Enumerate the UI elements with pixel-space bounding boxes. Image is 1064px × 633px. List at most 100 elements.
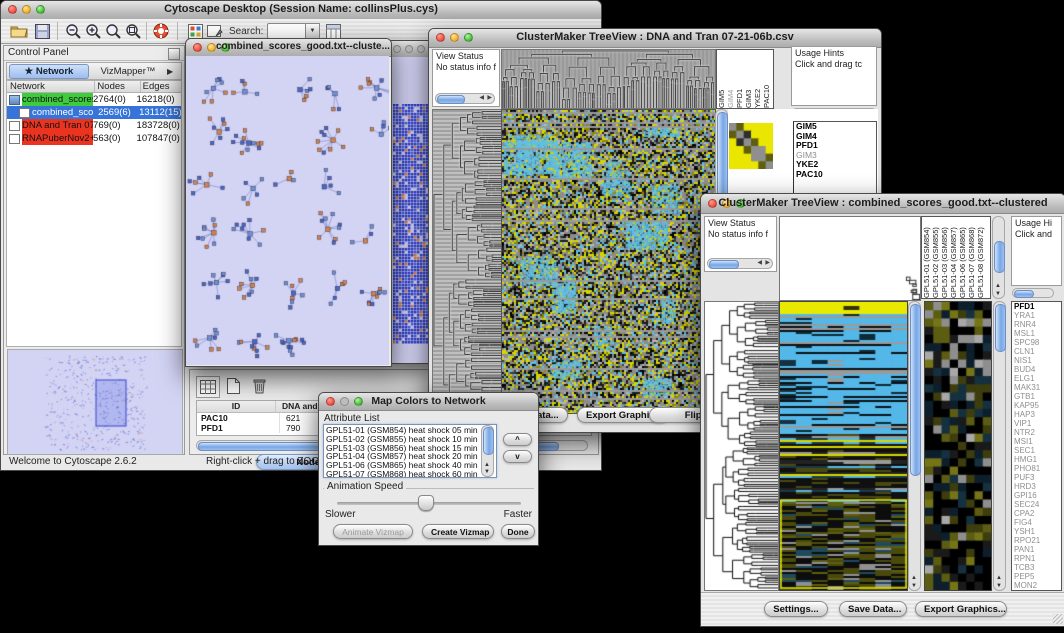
help-lifering-icon[interactable] [151,22,171,40]
tv2-column-dendrogram[interactable] [779,216,921,301]
attribute-list-scrollbar[interactable]: ▲▼ [481,425,494,477]
tv2-gene-label[interactable]: PFD1 [1012,302,1061,311]
tv2-gene-label[interactable]: MAK31 [1012,383,1061,392]
tv1-column-label[interactable]: GIM3 [744,50,753,108]
network-window-titlebar[interactable]: combined_scores_good.txt--cluste... [186,39,391,57]
tv1-row-dendrogram[interactable] [432,109,502,414]
tv2-gene-label[interactable]: NTR2 [1012,428,1061,437]
tv2-detail-vscrollbar[interactable]: ▲▼ [993,301,1006,591]
tv2-gene-label[interactable]: SEC1 [1012,446,1061,455]
float-panel-icon[interactable] [168,48,180,60]
tv2-gene-label[interactable]: PAN1 [1012,545,1061,554]
tv2-gene-label[interactable]: PHO81 [1012,464,1061,473]
network-table-row[interactable]: DNA and Tran 07769(0)183728(0) [7,119,181,132]
col-header-edges[interactable]: Edges [141,81,181,92]
open-file-icon[interactable] [9,22,29,40]
col-header-nodes[interactable]: Nodes [95,81,140,92]
tv2-gene-label[interactable]: PEP5 [1012,572,1061,581]
move-up-button[interactable]: ^ [503,433,532,446]
tv2-gene-label[interactable]: CPA2 [1012,509,1061,518]
tv2-gene-label[interactable]: SEC24 [1012,500,1061,509]
tv2-gene-label[interactable]: MSL1 [1012,329,1061,338]
network-table-row[interactable]: combined_scores2764(0)16218(0) [7,93,181,106]
tv2-gene-label[interactable]: NIS1 [1012,356,1061,365]
tv1-column-labels[interactable]: GIM5GIM4PFD1GIM3YKE2PAC10 [716,49,774,109]
tv2-gene-label[interactable]: CLN1 [1012,347,1061,356]
done-button[interactable]: Done [501,524,535,539]
network-table-row[interactable]: combined_sco2569(6)13112(15) [7,106,181,119]
tv2-column-label[interactable]: GPL51-01 (GSM854) [922,217,931,298]
tv2-gene-label[interactable]: YRA1 [1012,311,1061,320]
tv2-column-labels[interactable]: GPL51-01 (GSM854)GPL51-02 (GSM855)GPL51-… [921,216,991,299]
speed-slider-thumb[interactable] [418,495,434,511]
tv2-heatmap-vscrollbar[interactable]: ▲▼ [908,301,921,591]
tv2-gene-label[interactable]: RPN1 [1012,554,1061,563]
tv2-gene-label[interactable]: RNR4 [1012,320,1061,329]
tv2-gene-label[interactable]: HMG1 [1012,455,1061,464]
tv2-collabels-scrollbar[interactable]: ▲▼ [992,216,1005,299]
move-down-button[interactable]: v [503,450,532,463]
tv2-column-label[interactable]: GPL51-06 (GSM865) [958,217,967,298]
tv2-gene-label[interactable]: ELG1 [1012,374,1061,383]
table-grid-icon[interactable] [196,376,220,398]
new-page-icon[interactable] [222,376,244,396]
tab-network[interactable]: ★ Network [9,64,89,79]
tv2-export-graphics-button[interactable]: Export Graphics... [915,601,1007,617]
attribute-list[interactable]: GPL51-01 (GSM854) heat shock 05 minGPL51… [323,424,497,478]
tv2-gene-label[interactable]: VIP1 [1012,419,1061,428]
tv1-status-scrollbar[interactable]: ◀▶ [435,93,495,104]
tv2-gene-label[interactable]: PUF3 [1012,473,1061,482]
animate-vizmap-button[interactable]: Animate Vizmap [333,524,413,539]
tv2-status-scrollbar[interactable]: ◀▶ [707,258,773,269]
tv2-row-dendrogram[interactable] [704,301,779,591]
zoom-selected-icon[interactable] [123,22,143,40]
treeview2-titlebar[interactable]: ClusterMaker TreeView : combined_scores_… [701,194,1064,214]
main-titlebar[interactable]: Cytoscape Desktop (Session Name: collins… [1,1,601,20]
tv2-gene-label[interactable]: GPI16 [1012,491,1061,500]
tv2-column-label[interactable]: GPL51-08 (GSM872) [976,217,985,298]
tab-vizmapper[interactable]: VizMapper™ [89,66,167,77]
attribute-item[interactable]: GPL51-07 (GSM868) heat shock 60 min [326,470,496,478]
dp-col-id[interactable]: ID [197,401,276,412]
tv1-column-dendrogram[interactable] [501,49,716,109]
tv2-gene-label[interactable]: TCB3 [1012,563,1061,572]
tv1-column-label[interactable]: GIM4 [726,50,735,108]
tv1-column-label[interactable]: GIM5 [717,50,726,108]
network-overview-thumbnail[interactable] [7,349,183,455]
trash-icon[interactable] [248,376,270,396]
search-input[interactable] [267,23,307,39]
network-graph-canvas[interactable] [186,56,389,365]
background-window-titlebar[interactable] [388,41,433,58]
tv2-gene-label[interactable]: YSH1 [1012,527,1061,536]
tv1-column-label[interactable]: PFD1 [735,50,744,108]
tv2-gene-label[interactable]: RPO21 [1012,536,1061,545]
tv1-column-label[interactable]: YKE2 [753,50,762,108]
resize-grip[interactable] [1053,614,1063,624]
tabs-overflow-arrow[interactable]: ▶ [167,67,181,76]
tv1-column-label[interactable]: PAC10 [762,50,771,108]
tv2-column-label[interactable]: GPL51-03 (GSM856) [940,217,949,298]
tv2-settings-button[interactable]: Settings... [764,601,828,617]
tv2-gene-label[interactable]: HAP3 [1012,410,1061,419]
zoom-out-icon[interactable] [63,22,83,40]
tv2-column-label[interactable]: GPL51-02 (GSM855) [931,217,940,298]
tv1-summary-matrix[interactable] [729,123,773,169]
zoom-fit-icon[interactable] [103,22,123,40]
dense-network-matrix[interactable] [393,104,429,344]
tv2-gene-label[interactable]: MSI1 [1012,437,1061,446]
save-icon[interactable] [32,22,52,40]
search-dropdown-arrow[interactable]: ▼ [305,23,320,39]
zoom-in-icon[interactable] [83,22,103,40]
tv2-detail-heatmap[interactable] [924,301,992,591]
dialog-titlebar[interactable]: Map Colors to Network [319,393,538,411]
tv1-heatmap[interactable] [501,109,716,414]
tv2-gene-label[interactable]: HRD3 [1012,482,1061,491]
minimize-button[interactable] [405,45,413,53]
tv2-gene-label[interactable]: KAP95 [1012,401,1061,410]
col-header-network[interactable]: Network [7,81,95,92]
tv2-gene-label[interactable]: SPC98 [1012,338,1061,347]
create-vizmap-button[interactable]: Create Vizmap [422,524,494,539]
tv2-heatmap[interactable] [779,301,908,591]
tv2-gene-label[interactable]: BUD4 [1012,365,1061,374]
tv2-hints-scrollbar[interactable] [1012,288,1054,298]
